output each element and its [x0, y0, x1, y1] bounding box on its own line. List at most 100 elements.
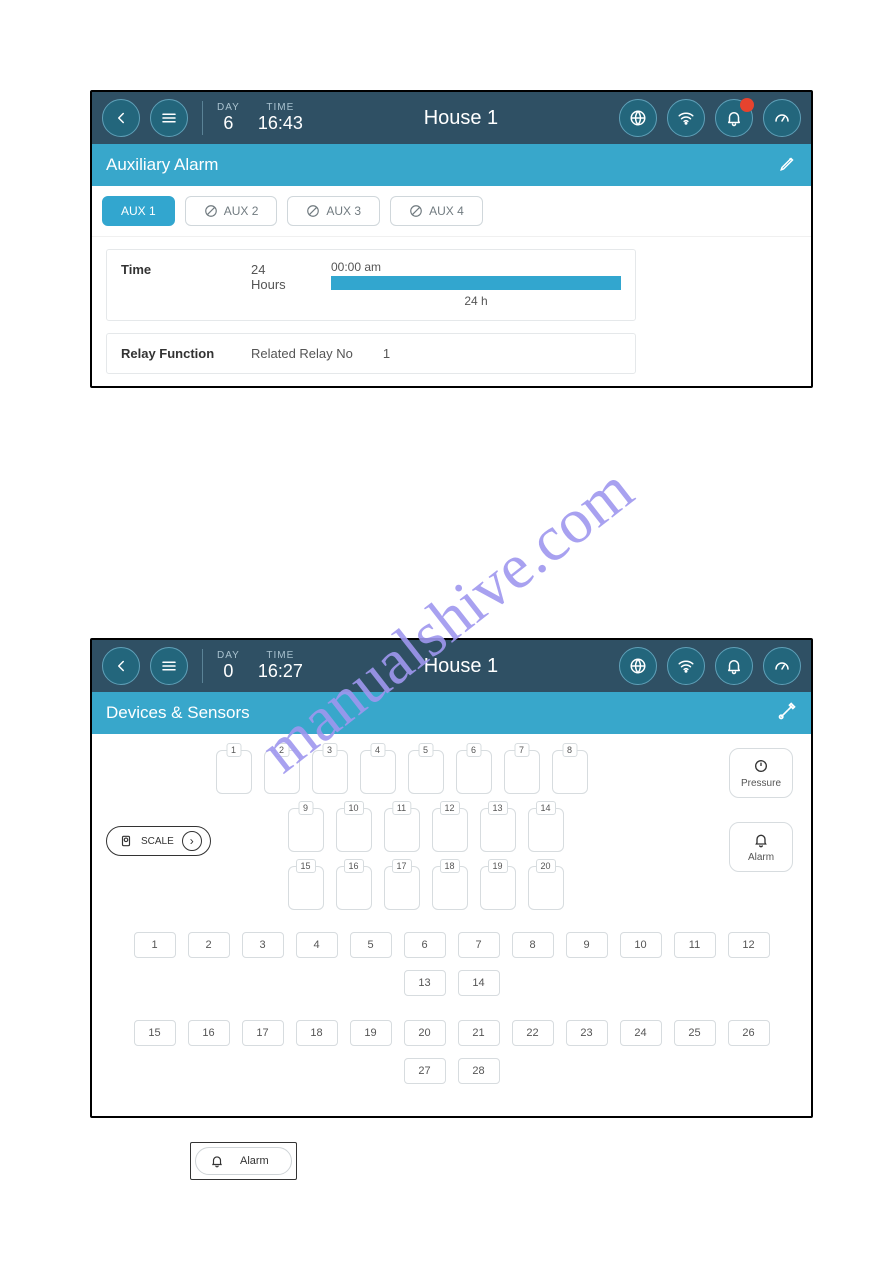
relay-button[interactable]: 4 — [296, 932, 338, 958]
panel-auxiliary-alarm: DAY 6 TIME 16:43 House 1 — [90, 90, 813, 388]
device-number: 11 — [392, 801, 411, 815]
device-slot[interactable]: 3 — [312, 750, 348, 794]
relay-button[interactable]: 16 — [188, 1020, 230, 1046]
alarm-button[interactable] — [715, 647, 753, 685]
globe-icon — [629, 109, 647, 127]
time-label: TIME — [266, 650, 294, 661]
scale-icon — [119, 834, 133, 848]
device-number: 15 — [295, 859, 315, 873]
device-row: 12345678 — [106, 750, 697, 794]
device-number: 4 — [370, 743, 385, 757]
device-slot[interactable]: 5 — [408, 750, 444, 794]
device-slot[interactable]: 18 — [432, 866, 468, 910]
relay-button[interactable]: 28 — [458, 1058, 500, 1084]
device-slot[interactable]: 11 — [384, 808, 420, 852]
relay-button[interactable]: 1 — [134, 932, 176, 958]
device-slot[interactable]: 1 — [216, 750, 252, 794]
pressure-device[interactable]: Pressure — [729, 748, 793, 798]
relay-button[interactable]: 6 — [404, 932, 446, 958]
relay-row-label: Relay Function — [121, 346, 221, 361]
device-number: 7 — [514, 743, 529, 757]
relay-button[interactable]: 12 — [728, 932, 770, 958]
alarm-chip[interactable]: Alarm — [195, 1147, 292, 1175]
alarm-button[interactable] — [715, 99, 753, 137]
device-slot[interactable]: 20 — [528, 866, 564, 910]
device-number: 16 — [343, 859, 363, 873]
section-title-bar: Auxiliary Alarm — [92, 144, 811, 186]
edit-button[interactable] — [779, 154, 797, 177]
relay-button[interactable]: 11 — [674, 932, 716, 958]
relay-button[interactable]: 19 — [350, 1020, 392, 1046]
tools-icon — [777, 701, 797, 721]
relay-button[interactable]: 24 — [620, 1020, 662, 1046]
menu-button[interactable] — [150, 647, 188, 685]
bell-icon — [725, 657, 743, 675]
device-slot[interactable]: 2 — [264, 750, 300, 794]
relay-button[interactable]: 5 — [350, 932, 392, 958]
slider-bar — [331, 276, 621, 290]
alarm-device[interactable]: Alarm — [729, 822, 793, 872]
relay-button[interactable]: 27 — [404, 1058, 446, 1084]
relay-button[interactable]: 17 — [242, 1020, 284, 1046]
panel-devices-sensors: DAY0 TIME16:27 House 1 Devices & Sensors — [90, 638, 813, 1118]
relay-button[interactable]: 15 — [134, 1020, 176, 1046]
tab-aux-2[interactable]: AUX 2 — [185, 196, 278, 226]
relay-field-label: Related Relay No — [251, 346, 353, 361]
wifi-button[interactable] — [667, 647, 705, 685]
device-slot[interactable]: 10 — [336, 808, 372, 852]
device-slot[interactable]: 6 — [456, 750, 492, 794]
relay-button[interactable]: 18 — [296, 1020, 338, 1046]
globe-button[interactable] — [619, 99, 657, 137]
relay-button[interactable]: 7 — [458, 932, 500, 958]
scale-button[interactable]: SCALE › — [106, 826, 211, 856]
device-slot[interactable]: 15 — [288, 866, 324, 910]
device-slot[interactable]: 19 — [480, 866, 516, 910]
device-slot[interactable]: 14 — [528, 808, 564, 852]
relay-button[interactable]: 26 — [728, 1020, 770, 1046]
alarm-label: Alarm — [748, 852, 774, 863]
disabled-icon — [306, 204, 320, 218]
gauge-button[interactable] — [763, 647, 801, 685]
device-slot[interactable]: 7 — [504, 750, 540, 794]
relay-button[interactable]: 2 — [188, 932, 230, 958]
device-number: 19 — [487, 859, 507, 873]
device-number: 9 — [298, 801, 313, 815]
time-card: Time 24 Hours 00:00 am 24 h — [106, 249, 636, 321]
tab-aux-1[interactable]: AUX 1 — [102, 196, 175, 226]
relay-button[interactable]: 25 — [674, 1020, 716, 1046]
relay-button[interactable]: 8 — [512, 932, 554, 958]
time-label: TIME — [266, 102, 294, 113]
wifi-button[interactable] — [667, 99, 705, 137]
back-button[interactable] — [102, 647, 140, 685]
device-slot[interactable]: 4 — [360, 750, 396, 794]
wifi-icon — [677, 109, 695, 127]
device-number: 5 — [418, 743, 433, 757]
device-slot[interactable]: 13 — [480, 808, 516, 852]
relay-button[interactable]: 14 — [458, 970, 500, 996]
device-slot[interactable]: 17 — [384, 866, 420, 910]
device-slot[interactable]: 9 — [288, 808, 324, 852]
relay-button[interactable]: 10 — [620, 932, 662, 958]
time-slider[interactable]: 00:00 am 24 h — [331, 262, 621, 308]
gauge-button[interactable] — [763, 99, 801, 137]
back-button[interactable] — [102, 99, 140, 137]
menu-button[interactable] — [150, 99, 188, 137]
relay-button[interactable]: 9 — [566, 932, 608, 958]
tab-aux-4[interactable]: AUX 4 — [390, 196, 483, 226]
relay-button[interactable]: 20 — [404, 1020, 446, 1046]
relay-button[interactable]: 22 — [512, 1020, 554, 1046]
globe-button[interactable] — [619, 647, 657, 685]
relay-button[interactable]: 21 — [458, 1020, 500, 1046]
relay-button[interactable]: 13 — [404, 970, 446, 996]
relay-button[interactable]: 23 — [566, 1020, 608, 1046]
relay-button[interactable]: 3 — [242, 932, 284, 958]
device-slot[interactable]: 8 — [552, 750, 588, 794]
pressure-label: Pressure — [741, 778, 781, 789]
device-slot[interactable]: 16 — [336, 866, 372, 910]
disabled-icon — [204, 204, 218, 218]
device-slot[interactable]: 12 — [432, 808, 468, 852]
settings-button[interactable] — [777, 701, 797, 726]
house-title: House 1 — [313, 655, 609, 678]
devices-body: SCALE › Pressure Alarm 12345678910111213… — [92, 734, 811, 1116]
tab-aux-3[interactable]: AUX 3 — [287, 196, 380, 226]
